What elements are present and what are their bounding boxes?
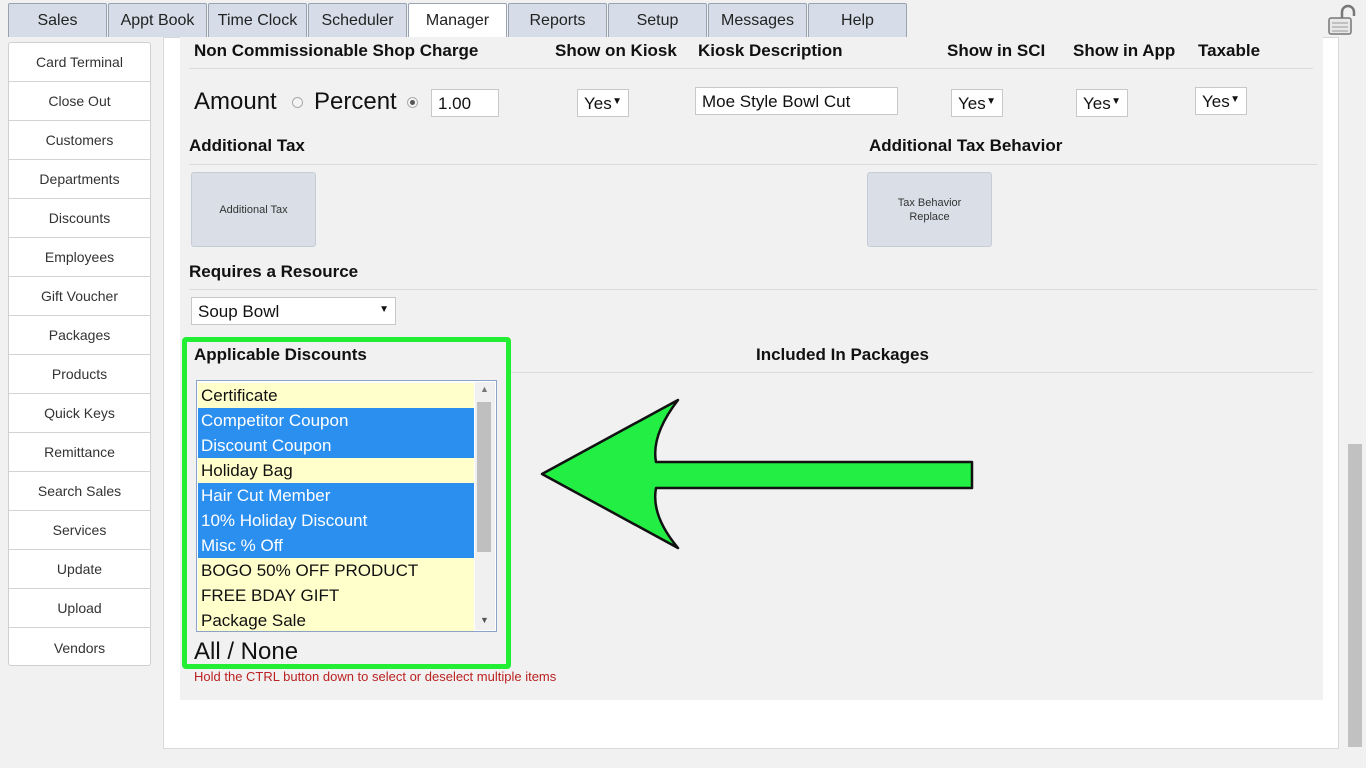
list-item[interactable]: Misc % Off xyxy=(198,533,474,558)
sidebar-item-gift-voucher[interactable]: Gift Voucher xyxy=(9,277,150,316)
scroll-down-icon[interactable]: ▼ xyxy=(480,615,489,625)
kiosk-description-input[interactable]: Moe Style Bowl Cut xyxy=(695,87,898,115)
kiosk-description-label: Kiosk Description xyxy=(698,41,843,60)
show-sci-value: Yes xyxy=(958,94,986,113)
list-item[interactable]: FREE BDAY GIFT xyxy=(198,583,474,608)
percent-radio[interactable] xyxy=(407,97,418,108)
list-item[interactable]: Hair Cut Member xyxy=(198,483,474,508)
show-kiosk-value: Yes xyxy=(584,94,612,113)
tax-behavior-line2: Replace xyxy=(909,210,950,223)
top-nav: Sales Appt Book Time Clock Scheduler Man… xyxy=(0,0,1366,38)
show-app-label: Show in App xyxy=(1073,41,1176,60)
tax-behavior-label: Additional Tax Behavior xyxy=(869,136,1063,155)
shop-charge-label: Non Commissionable Shop Charge xyxy=(194,41,479,60)
tab-setup[interactable]: Setup xyxy=(608,3,707,37)
divider xyxy=(189,289,1317,290)
sidebar-item-products[interactable]: Products xyxy=(9,355,150,394)
sidebar-item-packages[interactable]: Packages xyxy=(9,316,150,355)
included-packages-label: Included In Packages xyxy=(756,345,929,364)
sidebar-item-update[interactable]: Update xyxy=(9,550,150,589)
tab-reports[interactable]: Reports xyxy=(508,3,607,37)
scroll-up-icon[interactable]: ▲ xyxy=(480,384,489,394)
green-arrow-icon xyxy=(540,398,974,550)
all-none-toggle[interactable]: All / None xyxy=(194,638,298,666)
amount-radio[interactable] xyxy=(292,97,303,108)
list-item[interactable]: Discount Coupon xyxy=(198,433,474,458)
show-sci-label: Show in SCI xyxy=(947,41,1046,60)
sidebar-item-discounts[interactable]: Discounts xyxy=(9,199,150,238)
chevron-down-icon: ▼ xyxy=(379,304,389,315)
tab-manager[interactable]: Manager xyxy=(408,3,507,38)
requires-resource-label: Requires a Resource xyxy=(189,262,359,281)
chevron-down-icon: ▼ xyxy=(1230,94,1240,105)
list-item[interactable]: 10% Holiday Discount xyxy=(198,508,474,533)
discounts-listbox[interactable]: Certificate Competitor Coupon Discount C… xyxy=(196,380,497,632)
sidebar-item-upload[interactable]: Upload xyxy=(9,589,150,628)
page-scrollbar-thumb[interactable] xyxy=(1348,444,1362,747)
chevron-down-icon: ▼ xyxy=(986,96,996,107)
resource-select[interactable]: Soup Bowl ▼ xyxy=(191,297,396,325)
list-item[interactable]: Competitor Coupon xyxy=(198,408,474,433)
taxable-value: Yes xyxy=(1202,92,1230,111)
sidebar-item-search-sales[interactable]: Search Sales xyxy=(9,472,150,511)
percent-label: Percent xyxy=(314,88,397,115)
tab-scheduler[interactable]: Scheduler xyxy=(308,3,407,37)
show-kiosk-label: Show on Kiosk xyxy=(555,41,677,60)
sidebar-item-card-terminal[interactable]: Card Terminal xyxy=(9,43,150,82)
taxable-label: Taxable xyxy=(1198,41,1261,60)
applicable-discounts-label: Applicable Discounts xyxy=(194,345,367,364)
sidebar-item-remittance[interactable]: Remittance xyxy=(9,433,150,472)
tab-time-clock[interactable]: Time Clock xyxy=(208,3,307,37)
tab-appt-book[interactable]: Appt Book xyxy=(108,3,207,37)
multi-select-hint: Hold the CTRL button down to select or d… xyxy=(194,669,557,684)
show-app-select[interactable]: Yes ▼ xyxy=(1076,89,1128,117)
chevron-down-icon: ▼ xyxy=(1111,96,1121,107)
charge-amount-input[interactable]: 1.00 xyxy=(431,89,499,117)
amount-label: Amount xyxy=(194,88,277,115)
show-app-value: Yes xyxy=(1083,94,1111,113)
tab-help[interactable]: Help xyxy=(808,3,907,37)
tax-behavior-button[interactable]: Tax Behavior Replace xyxy=(867,172,992,247)
sidebar-item-employees[interactable]: Employees xyxy=(9,238,150,277)
show-kiosk-select[interactable]: Yes ▼ xyxy=(577,89,629,117)
list-item[interactable]: Holiday Bag xyxy=(198,458,474,483)
tab-messages[interactable]: Messages xyxy=(708,3,807,37)
tax-behavior-line1: Tax Behavior xyxy=(897,196,962,209)
list-item[interactable]: Certificate xyxy=(198,383,474,408)
list-item[interactable]: Package Sale xyxy=(198,608,474,631)
listbox-scrollbar[interactable]: ▲ ▼ xyxy=(475,382,495,630)
divider xyxy=(189,68,1313,69)
divider xyxy=(189,164,1317,165)
additional-tax-label: Additional Tax xyxy=(189,136,305,155)
resource-value: Soup Bowl xyxy=(198,302,280,321)
list-item[interactable]: BOGO 50% OFF PRODUCT xyxy=(198,558,474,583)
sidebar-item-departments[interactable]: Departments xyxy=(9,160,150,199)
sidebar-item-close-out[interactable]: Close Out xyxy=(9,82,150,121)
tab-sales[interactable]: Sales xyxy=(8,3,107,37)
additional-tax-button[interactable]: Additional Tax xyxy=(191,172,316,247)
sidebar-item-quick-keys[interactable]: Quick Keys xyxy=(9,394,150,433)
unlock-icon[interactable] xyxy=(1326,4,1358,36)
chevron-down-icon: ▼ xyxy=(612,96,622,107)
sidebar-item-vendors[interactable]: Vendors xyxy=(9,628,150,667)
taxable-select[interactable]: Yes ▼ xyxy=(1195,87,1247,115)
page-scrollbar[interactable] xyxy=(1346,37,1364,750)
scrollbar-thumb[interactable] xyxy=(477,402,491,552)
sidebar: Card Terminal Close Out Customers Depart… xyxy=(8,42,151,666)
sidebar-item-services[interactable]: Services xyxy=(9,511,150,550)
sidebar-item-customers[interactable]: Customers xyxy=(9,121,150,160)
show-sci-select[interactable]: Yes ▼ xyxy=(951,89,1003,117)
divider xyxy=(511,372,1313,373)
